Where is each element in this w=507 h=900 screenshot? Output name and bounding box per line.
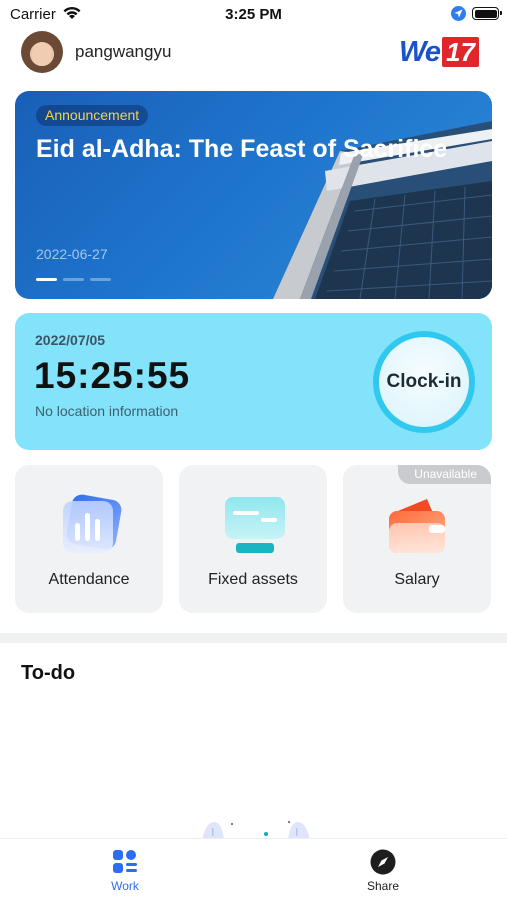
empty-state-illustration — [202, 821, 310, 840]
clock-time-status: 3:25 PM — [225, 6, 282, 23]
app-screen: Carrier 3:25 PM pangwangyu We 17 Announc… — [0, 0, 507, 900]
clock-in-button[interactable]: Clock-in — [379, 337, 469, 427]
brand-logo-number: 17 — [441, 37, 479, 67]
carousel-indicator[interactable] — [36, 278, 111, 281]
announcement-banner[interactable]: Announcement Eid al-Adha: The Feast of S… — [15, 91, 492, 299]
tab-share[interactable]: Share — [343, 849, 423, 893]
tile-attendance[interactable]: Attendance — [15, 465, 163, 613]
clock-date: 2022/07/05 — [35, 332, 106, 348]
tile-fixed-assets[interactable]: Fixed assets — [179, 465, 327, 613]
tile-salary[interactable]: Unavailable Salary — [343, 465, 491, 613]
tab-work[interactable]: Work — [85, 849, 165, 893]
carousel-dot[interactable] — [90, 278, 111, 281]
clock-in-card: 2022/07/05 15:25:55 No location informat… — [15, 313, 492, 450]
attendance-chart-icon — [63, 494, 122, 553]
fixed-assets-monitor-icon — [225, 497, 285, 553]
todo-title: To-do — [21, 662, 76, 684]
share-compass-icon — [370, 849, 396, 875]
tile-label: Attendance — [48, 571, 130, 588]
location-arrow-icon — [451, 6, 466, 21]
salary-wallet-icon — [389, 499, 445, 553]
work-grid-icon — [113, 850, 137, 873]
username: pangwangyu — [75, 42, 172, 61]
tab-label: Work — [111, 879, 139, 893]
banner-title: Eid al-Adha: The Feast of Sacrifice — [36, 135, 448, 163]
brand-logo-text: We — [399, 36, 441, 68]
tab-label: Share — [366, 879, 400, 893]
tab-bar: Work Share — [0, 838, 507, 900]
banner-date: 2022-06-27 — [36, 246, 108, 262]
battery-full-icon — [472, 7, 502, 20]
unavailable-badge: Unavailable — [398, 465, 491, 484]
announcement-badge: Announcement — [36, 105, 149, 126]
tile-label: Fixed assets — [208, 571, 298, 588]
brand-logo: We 17 — [399, 37, 479, 67]
carousel-dot[interactable] — [63, 278, 84, 281]
clock-time: 15:25:55 — [34, 355, 191, 396]
avatar[interactable] — [21, 31, 63, 73]
section-divider — [0, 633, 507, 643]
tile-label: Salary — [394, 571, 440, 588]
status-bar: Carrier 3:25 PM — [0, 0, 507, 28]
location-status: No location information — [35, 403, 179, 419]
carousel-dot[interactable] — [36, 278, 57, 281]
